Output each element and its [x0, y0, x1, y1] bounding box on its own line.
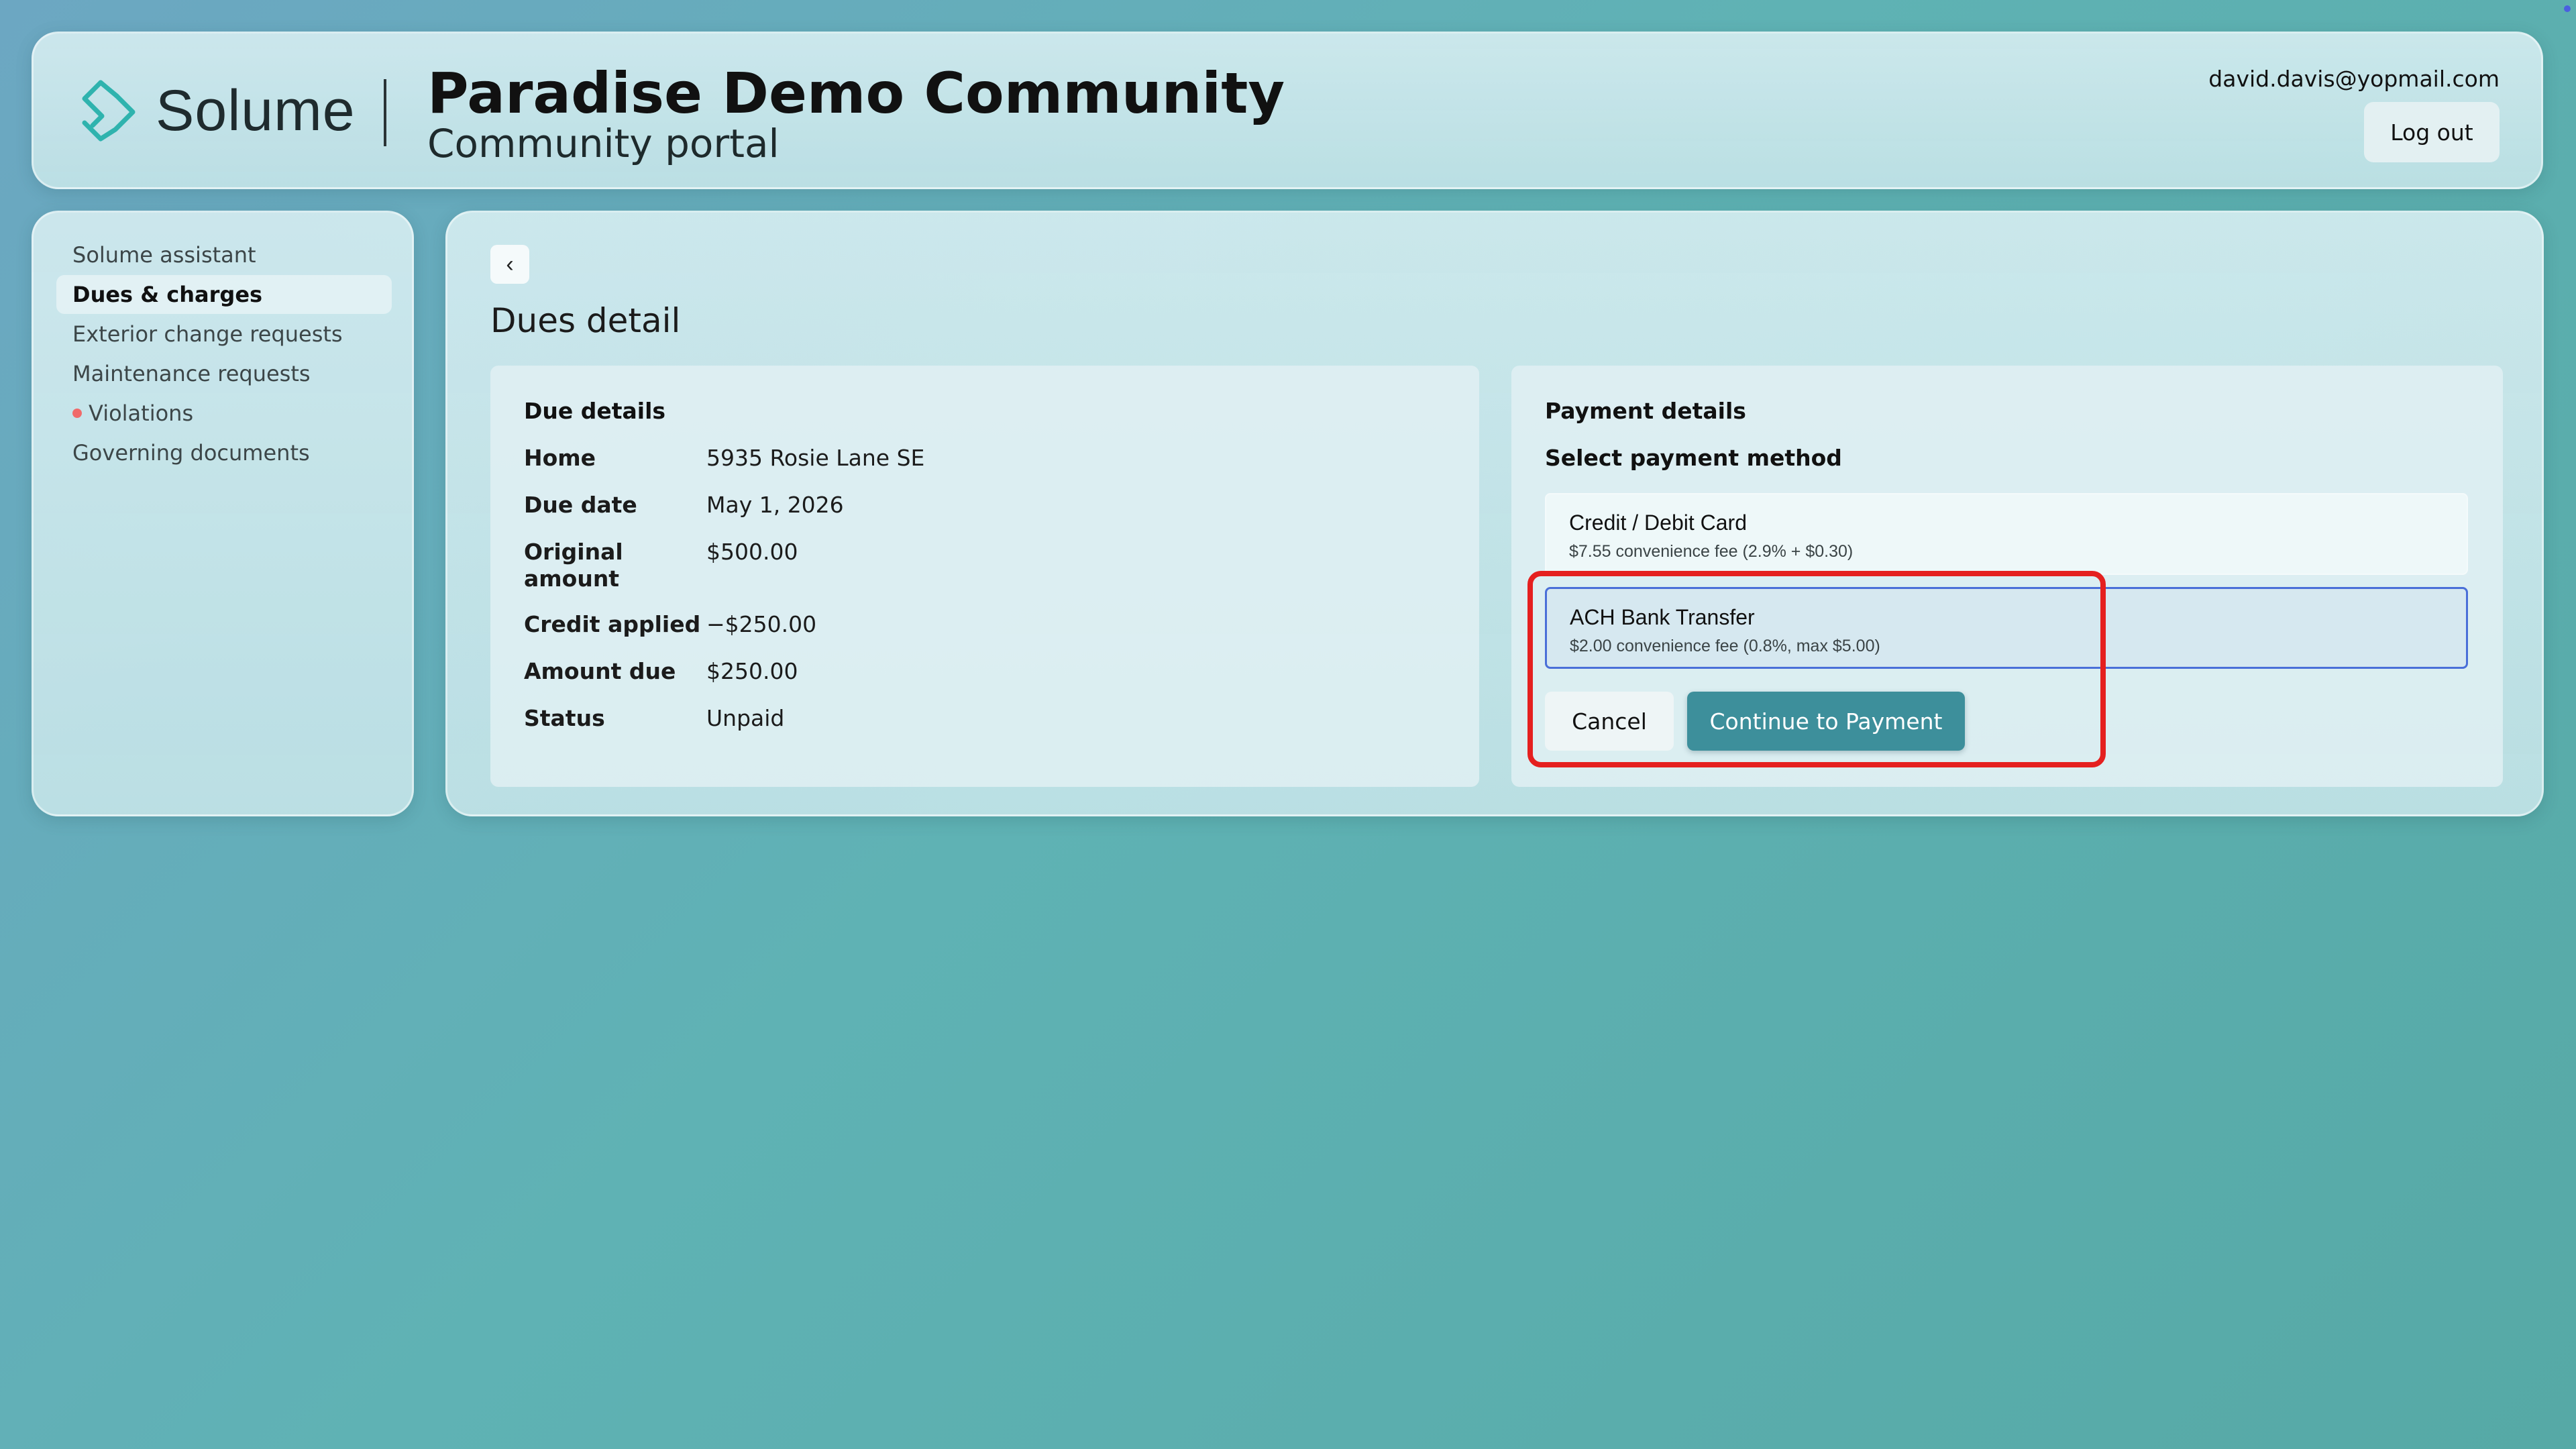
sidebar-item-label: Violations — [89, 400, 194, 426]
solume-logo[interactable]: Solume — [75, 77, 356, 144]
sidebar-nav: Solume assistant Dues & charges Exterior… — [56, 235, 392, 473]
sidebar-item-exterior-change-requests[interactable]: Exterior change requests — [56, 315, 392, 354]
sidebar-item-governing-documents[interactable]: Governing documents — [56, 433, 392, 472]
page-title: Dues detail — [490, 301, 681, 340]
payment-option-card[interactable]: Credit / Debit Card $7.55 convenience fe… — [1545, 493, 2468, 575]
header: Solume Paradise Demo Community Community… — [32, 32, 2543, 189]
option-title: Credit / Debit Card — [1569, 511, 1747, 535]
select-payment-method-label: Select payment method — [1545, 445, 1842, 471]
logout-button[interactable]: Log out — [2364, 102, 2500, 162]
option-fee: $7.55 convenience fee (2.9% + $0.30) — [1569, 542, 1854, 561]
sidebar-item-maintenance-requests[interactable]: Maintenance requests — [56, 354, 392, 393]
detail-key: Status — [524, 705, 605, 731]
sidebar-item-dues-charges[interactable]: Dues & charges — [56, 275, 392, 314]
back-button[interactable]: ‹ — [490, 245, 529, 284]
user-email: david.davis@yopmail.com — [2208, 66, 2500, 92]
detail-value: May 1, 2026 — [706, 492, 844, 518]
chevron-left-icon: ‹ — [506, 251, 514, 277]
option-fee: $2.00 convenience fee (0.8%, max $5.00) — [1570, 637, 1880, 655]
solume-logo-icon — [82, 80, 136, 142]
due-details-heading: Due details — [524, 398, 666, 424]
violation-alert-dot — [72, 409, 82, 418]
detail-row-home: Home 5935 Rosie Lane SE — [524, 445, 924, 472]
due-details-card: Due details Home 5935 Rosie Lane SE Due … — [490, 366, 1479, 787]
continue-to-payment-button[interactable]: Continue to Payment — [1687, 692, 1965, 751]
header-divider — [384, 79, 386, 146]
detail-value: $250.00 — [706, 658, 798, 684]
detail-row-credit-applied: Credit applied −$250.00 — [524, 611, 816, 638]
detail-value: 5935 Rosie Lane SE — [706, 445, 925, 471]
detail-row-amount-due: Amount due $250.00 — [524, 658, 798, 685]
detail-key: Due date — [524, 492, 637, 518]
corner-indicator — [2564, 5, 2571, 12]
detail-key: Credit applied — [524, 611, 701, 637]
sidebar: Solume assistant Dues & charges Exterior… — [32, 211, 414, 816]
sidebar-item-solume-assistant[interactable]: Solume assistant — [56, 235, 392, 274]
community-title: Paradise Demo Community — [427, 60, 1285, 126]
detail-row-original-amount: Original amount $500.00 — [524, 539, 798, 592]
status-value: Unpaid — [706, 705, 785, 731]
option-title: ACH Bank Transfer — [1570, 605, 1755, 629]
detail-key: Original amount — [524, 539, 623, 592]
detail-key: Home — [524, 445, 596, 471]
payment-details-heading: Payment details — [1545, 398, 1746, 424]
portal-subtitle: Community portal — [427, 121, 780, 166]
sidebar-item-violations[interactable]: Violations — [56, 394, 392, 433]
brand-name: Solume — [156, 78, 356, 143]
detail-key: Amount due — [524, 658, 676, 684]
detail-value: $500.00 — [706, 539, 798, 565]
detail-value: −$250.00 — [706, 611, 817, 637]
detail-row-due-date: Due date May 1, 2026 — [524, 492, 844, 519]
detail-row-status: Status Unpaid — [524, 705, 784, 732]
payment-option-ach[interactable]: ACH Bank Transfer $2.00 convenience fee … — [1545, 587, 2468, 669]
cancel-button[interactable]: Cancel — [1545, 692, 1674, 751]
payment-details-card: Payment details Select payment method Cr… — [1511, 366, 2503, 787]
main-content: ‹ Dues detail Due details Home 5935 Rosi… — [445, 211, 2544, 816]
